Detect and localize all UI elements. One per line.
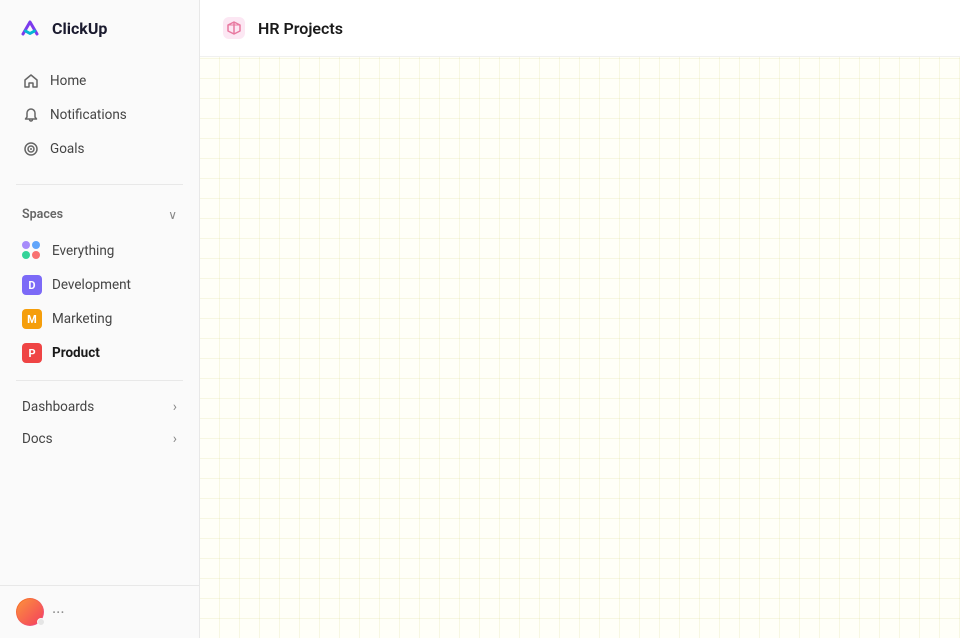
user-menu-ellipsis[interactable]: ··· bbox=[52, 603, 65, 622]
sidebar-item-notifications[interactable]: Notifications bbox=[6, 98, 193, 132]
everything-label: Everything bbox=[52, 243, 114, 259]
development-avatar: D bbox=[22, 275, 42, 295]
spaces-label: Spaces bbox=[22, 207, 63, 222]
everything-dots-icon bbox=[22, 241, 42, 261]
logo[interactable]: ClickUp bbox=[0, 0, 199, 56]
home-icon bbox=[22, 72, 40, 90]
dashboards-left: Dashboards bbox=[22, 399, 94, 415]
user-avatar-container[interactable] bbox=[16, 598, 44, 626]
logo-text: ClickUp bbox=[52, 19, 107, 38]
development-label: Development bbox=[52, 277, 131, 293]
goals-label: Goals bbox=[50, 141, 85, 157]
docs-label: Docs bbox=[22, 431, 53, 447]
docs-left: Docs bbox=[22, 431, 53, 447]
sidebar-nav: Home Notifications Goals bbox=[0, 56, 199, 174]
sidebar-item-marketing[interactable]: M Marketing bbox=[6, 302, 193, 336]
notifications-label: Notifications bbox=[50, 107, 127, 123]
clickup-logo-icon bbox=[16, 14, 44, 42]
divider-2 bbox=[16, 380, 183, 381]
divider-1 bbox=[16, 184, 183, 185]
dashboards-chevron-icon: › bbox=[173, 399, 177, 415]
sidebar-bottom: ··· bbox=[0, 585, 199, 638]
spaces-header[interactable]: Spaces ∨ bbox=[6, 199, 193, 230]
main-workspace bbox=[200, 57, 960, 638]
bell-icon bbox=[22, 106, 40, 124]
status-dot bbox=[37, 618, 45, 626]
page-icon bbox=[220, 14, 248, 42]
spaces-chevron-icon: ∨ bbox=[168, 208, 177, 222]
home-label: Home bbox=[50, 73, 86, 89]
sidebar-item-product[interactable]: P Product bbox=[6, 336, 193, 370]
marketing-avatar: M bbox=[22, 309, 42, 329]
goals-icon bbox=[22, 140, 40, 158]
main-content: HR Projects bbox=[200, 0, 960, 638]
marketing-label: Marketing bbox=[52, 311, 112, 327]
sidebar-item-everything[interactable]: Everything bbox=[6, 234, 193, 268]
sidebar-item-goals[interactable]: Goals bbox=[6, 132, 193, 166]
sidebar-item-development[interactable]: D Development bbox=[6, 268, 193, 302]
product-label: Product bbox=[52, 345, 100, 361]
sidebar-item-docs[interactable]: Docs › bbox=[6, 423, 193, 455]
product-avatar: P bbox=[22, 343, 42, 363]
page-title: HR Projects bbox=[258, 19, 343, 38]
main-header: HR Projects bbox=[200, 0, 960, 57]
dashboards-label: Dashboards bbox=[22, 399, 94, 415]
sidebar-item-home[interactable]: Home bbox=[6, 64, 193, 98]
sidebar: ClickUp Home Notifications bbox=[0, 0, 200, 638]
sidebar-item-dashboards[interactable]: Dashboards › bbox=[6, 391, 193, 423]
docs-chevron-icon: › bbox=[173, 431, 177, 447]
